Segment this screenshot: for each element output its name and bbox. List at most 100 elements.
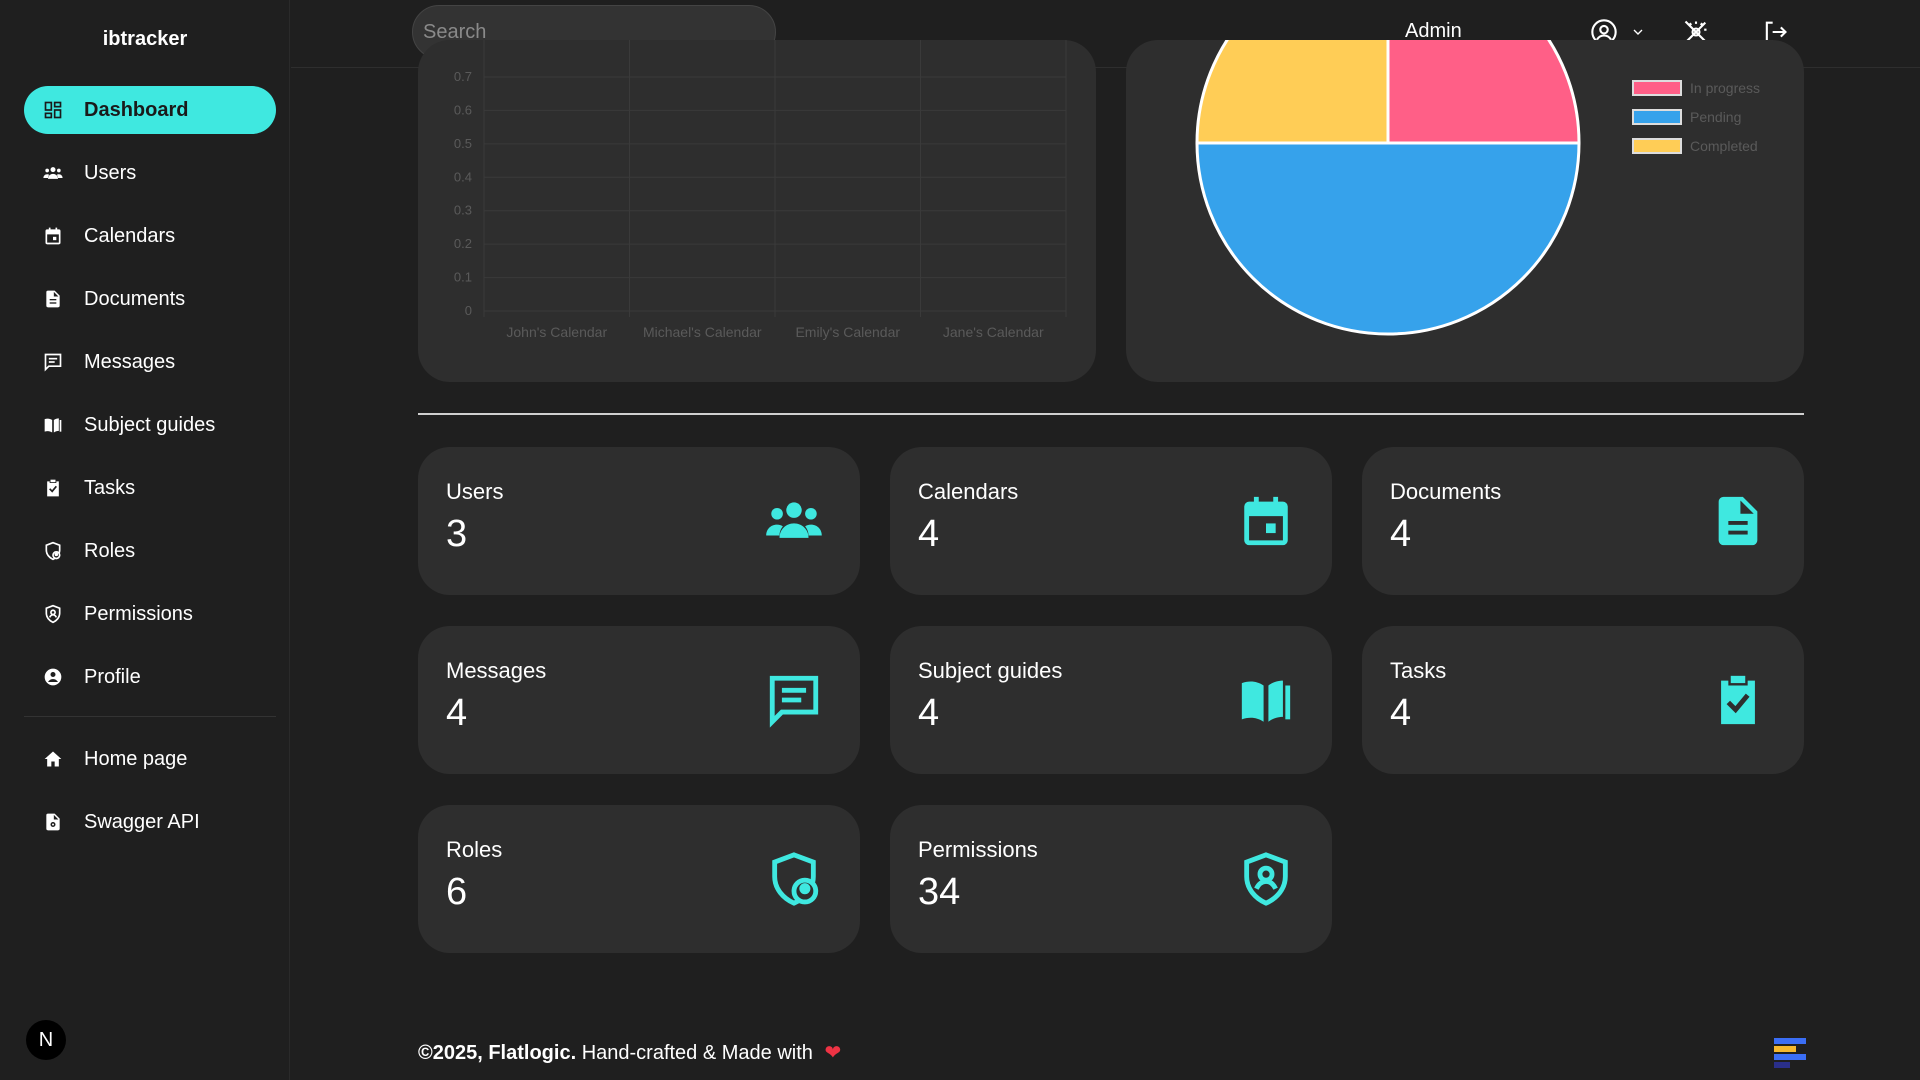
document-icon: [42, 288, 64, 310]
footer: ©2025, Flatlogic. Hand-crafted & Made wi…: [418, 1040, 841, 1065]
stat-value: 3: [446, 513, 468, 555]
sidebar-item-documents[interactable]: Documents: [24, 275, 276, 323]
pie-slice: [1195, 141, 1581, 336]
y-tick-label: 0.7: [454, 69, 472, 84]
sidebar-nav: Dashboard Users Calendars Documents Mess…: [24, 86, 276, 861]
y-tick-label: 0.4: [454, 169, 472, 184]
pie-slice: [1195, 40, 1390, 145]
book-icon: [1236, 670, 1296, 730]
x-tick-label: Jane's Calendar: [943, 324, 1044, 340]
sidebar-item-profile[interactable]: Profile: [24, 653, 276, 701]
stat-card-permissions[interactable]: Permissions 34: [890, 805, 1332, 953]
legend-swatch: [1632, 80, 1682, 96]
stat-label: Users: [446, 479, 504, 504]
book-icon: [42, 414, 64, 436]
legend-swatch: [1632, 138, 1682, 154]
stat-value: 6: [446, 871, 468, 913]
legend-swatch: [1632, 109, 1682, 125]
shield-icon: [42, 603, 64, 625]
sidebar-item-label: Tasks: [84, 476, 136, 499]
stat-card-tasks[interactable]: Tasks 4: [1362, 626, 1804, 774]
y-tick-label: 0.1: [454, 270, 472, 285]
stat-value: 34: [918, 871, 961, 913]
calendar-icon: [42, 225, 64, 247]
stat-value: 4: [1390, 513, 1412, 555]
home-icon: [42, 748, 64, 770]
sidebar-item-dashboard[interactable]: Dashboard: [24, 86, 276, 134]
y-tick-label: 0.3: [454, 203, 472, 218]
stat-value: 4: [918, 513, 940, 555]
sidebar-item-label: Dashboard: [84, 98, 189, 121]
sidebar-divider: [24, 716, 276, 717]
sidebar-item-home-page[interactable]: Home page: [24, 735, 276, 783]
footer-tagline: Hand-crafted & Made with: [581, 1042, 813, 1064]
legend-item-completed[interactable]: Completed: [1632, 138, 1758, 154]
message-icon: [764, 670, 824, 730]
shield-user-icon: [42, 540, 64, 562]
stat-value: 4: [1390, 692, 1412, 734]
stat-card-calendars[interactable]: Calendars 4: [890, 447, 1332, 595]
sidebar-item-label: Profile: [84, 665, 141, 688]
shield-user-icon: [764, 849, 824, 909]
sidebar-item-label: Messages: [84, 350, 176, 373]
sidebar-item-subject-guides[interactable]: Subject guides: [24, 401, 276, 449]
y-tick-label: 0.5: [454, 136, 472, 151]
dashboard-icon: [42, 99, 64, 121]
y-tick-label: 0: [465, 303, 472, 318]
sidebar-item-calendars[interactable]: Calendars: [24, 212, 276, 260]
clipboard-check-icon: [42, 477, 64, 499]
legend-item-pending[interactable]: Pending: [1632, 109, 1741, 125]
stat-card-messages[interactable]: Messages 4: [418, 626, 860, 774]
users-icon: [42, 162, 64, 184]
sidebar-item-label: Users: [84, 161, 137, 184]
user-circle-icon: [42, 666, 64, 688]
stat-label: Roles: [446, 837, 503, 862]
stat-label: Documents: [1390, 479, 1502, 504]
pie-slice: [1386, 40, 1581, 145]
stat-card-documents[interactable]: Documents 4: [1362, 447, 1804, 595]
stat-label: Subject guides: [918, 658, 1063, 683]
sidebar-item-swagger-api[interactable]: Swagger API: [24, 798, 276, 846]
sidebar-item-roles[interactable]: Roles: [24, 527, 276, 575]
message-icon: [42, 351, 64, 373]
sidebar-item-label: Home page: [84, 747, 188, 770]
stat-value: 4: [446, 692, 468, 734]
x-tick-label: Michael's Calendar: [643, 324, 762, 340]
legend-item-in-progress[interactable]: In progress: [1632, 80, 1760, 96]
sidebar-item-label: Permissions: [84, 602, 193, 625]
calendar-icon: [1236, 491, 1296, 551]
sidebar-item-label: Documents: [84, 287, 186, 310]
stat-label: Calendars: [918, 479, 1019, 504]
stat-card-roles[interactable]: Roles 6: [418, 805, 860, 953]
bar-chart: 0 0.1 0.2 0.3 0.4 0.5 0.6 0.7 John's Calendar Mic…: [454, 40, 1067, 340]
avatar[interactable]: N: [26, 1020, 66, 1060]
stat-card-users[interactable]: Users 3: [418, 447, 860, 595]
sidebar-item-label: Calendars: [84, 224, 176, 247]
document-icon: [1708, 491, 1768, 551]
section-divider: [418, 413, 1804, 415]
sidebar-item-messages[interactable]: Messages: [24, 338, 276, 386]
heart-icon: ❤: [824, 1042, 842, 1064]
sidebar-item-permissions[interactable]: Permissions: [24, 590, 276, 638]
y-tick-label: 0.2: [454, 236, 472, 251]
sidebar-item-tasks[interactable]: Tasks: [24, 464, 276, 512]
x-tick-label: Emily's Calendar: [795, 324, 900, 340]
stat-label: Messages: [446, 658, 547, 683]
file-api-icon: [42, 811, 64, 833]
sidebar-item-users[interactable]: Users: [24, 149, 276, 197]
legend-label: In progress: [1690, 80, 1761, 96]
flatlogic-logo-icon[interactable]: [1774, 1038, 1806, 1068]
app-brand[interactable]: ibtracker: [0, 28, 290, 51]
users-icon: [764, 491, 824, 551]
legend-label: Pending: [1690, 109, 1742, 125]
sidebar: ibtracker Dashboard Users Calendars Docu…: [0, 0, 290, 1080]
sidebar-item-label: Swagger API: [84, 810, 200, 833]
y-tick-label: 0.6: [454, 102, 472, 117]
footer-copyright[interactable]: ©2025, Flatlogic.: [418, 1042, 576, 1064]
stat-card-subject-guides[interactable]: Subject guides 4: [890, 626, 1332, 774]
stat-value: 4: [918, 692, 940, 734]
shield-icon: [1236, 849, 1296, 909]
calendar-bar-chart-card: 0 0.1 0.2 0.3 0.4 0.5 0.6 0.7 John's Calendar Mic…: [418, 40, 1096, 382]
stat-label: Tasks: [1390, 658, 1447, 683]
sidebar-item-label: Subject guides: [84, 413, 216, 436]
